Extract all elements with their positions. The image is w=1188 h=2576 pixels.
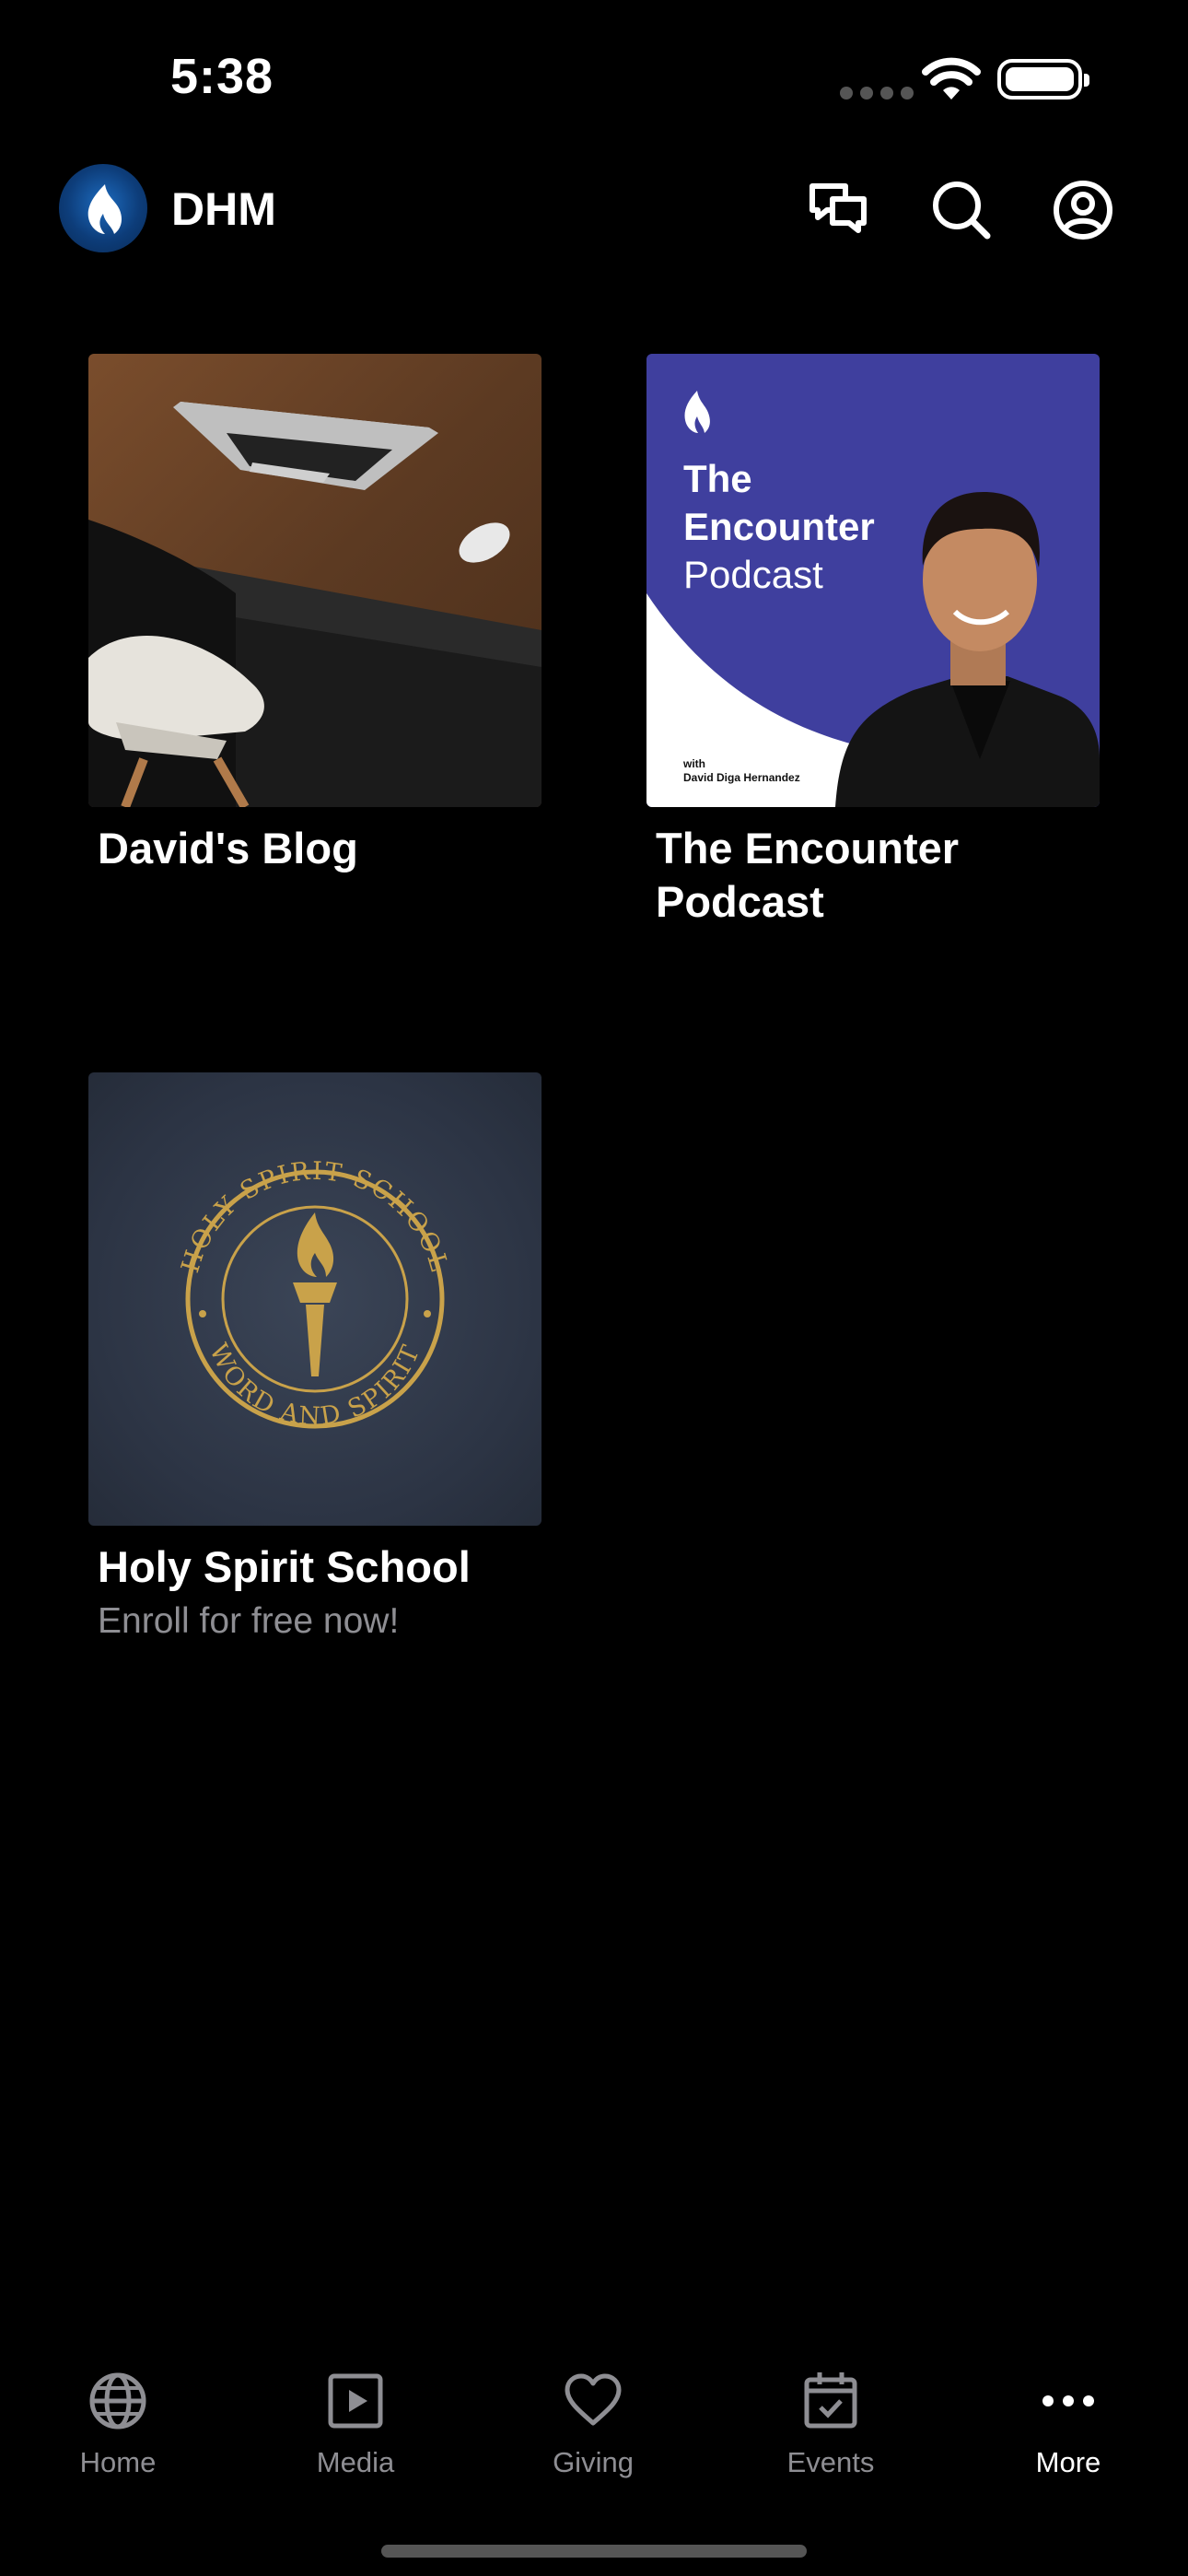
more-icon: [1042, 2395, 1094, 2406]
app-header: DHM: [0, 157, 1188, 267]
tab-bar: Home Media Giving Events More: [0, 2349, 1188, 2576]
laptop-desk-photo: [88, 354, 542, 807]
tab-label: Media: [316, 2446, 395, 2478]
globe-icon: [89, 2372, 146, 2430]
card-title: Holy Spirit School: [98, 1542, 471, 1591]
tab-label: Events: [786, 2446, 875, 2478]
tab-label: Home: [79, 2446, 157, 2478]
card-title: David's Blog: [98, 824, 358, 872]
status-time: 5:38: [170, 49, 274, 104]
podcast-cover: The Encounter Podcast with David Diga He…: [646, 354, 1100, 807]
brand-name: DHM: [171, 183, 276, 235]
tab-more[interactable]: More: [990, 2368, 1147, 2479]
card-encounter-podcast[interactable]: The Encounter Podcast with David Diga He…: [646, 354, 1100, 943]
tab-events[interactable]: Events: [752, 2368, 909, 2479]
tab-home[interactable]: Home: [40, 2368, 196, 2479]
play-icon: [328, 2373, 383, 2429]
tab-label: Giving: [553, 2446, 634, 2478]
card-title: The Encounter Podcast: [656, 824, 960, 926]
chat-icon[interactable]: [807, 177, 873, 243]
dhm-logo[interactable]: [59, 164, 147, 252]
wifi-icon: [922, 57, 981, 100]
status-bar: 5:38: [0, 0, 1188, 157]
flame-icon: [87, 184, 122, 234]
card-holy-spirit-school[interactable]: HOLY SPIRIT SCHOOL WORD AND SPIRIT Holy …: [88, 1072, 542, 1662]
card-subtitle: Enroll for free now!: [98, 1601, 400, 1641]
school-seal: HOLY SPIRIT SCHOOL WORD AND SPIRIT: [88, 1072, 542, 1526]
battery-icon: [997, 59, 1089, 100]
profile-icon[interactable]: [1050, 177, 1116, 243]
home-indicator[interactable]: [381, 2545, 807, 2558]
tab-giving[interactable]: Giving: [515, 2368, 671, 2479]
cellular-signal-icon: [840, 87, 914, 100]
search-icon[interactable]: [928, 177, 995, 243]
tab-label: More: [1035, 2446, 1101, 2478]
calendar-icon: [804, 2372, 857, 2429]
heart-icon: [565, 2373, 622, 2426]
card-davids-blog[interactable]: David's Blog: [88, 354, 542, 925]
cover-title: The Encounter Podcast: [683, 457, 875, 596]
cover-host: with David Diga Hernandez: [683, 757, 800, 784]
tab-media[interactable]: Media: [277, 2368, 434, 2479]
